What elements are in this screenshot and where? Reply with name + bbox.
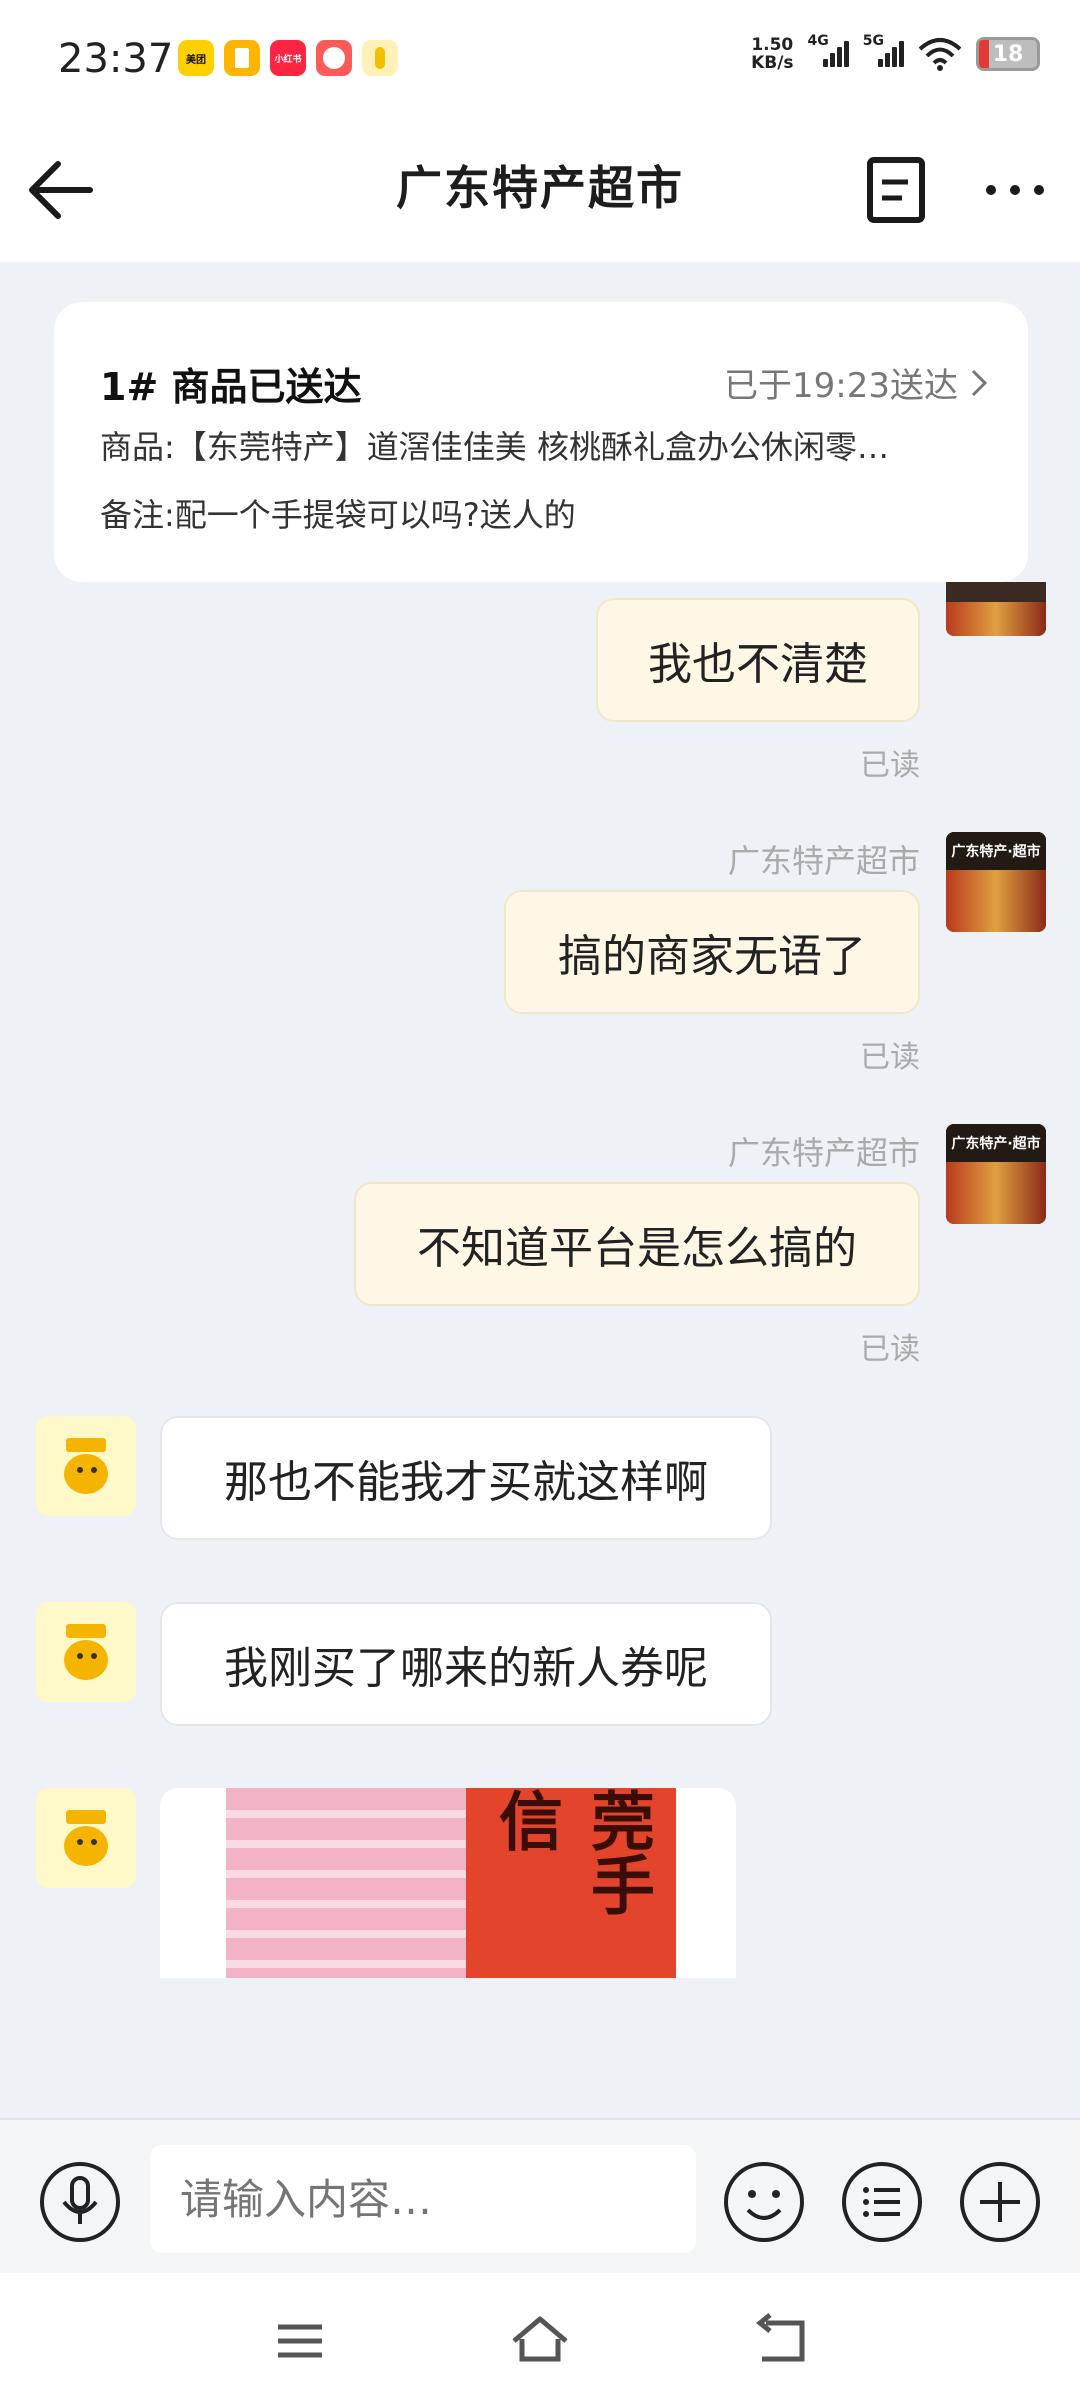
more-options-icon[interactable] [975,150,1055,230]
order-note: 备注:配一个手提袋可以吗?送人的 [100,496,576,534]
user-avatar[interactable] [36,1416,136,1516]
page-title: 广东特产超市 [396,161,684,215]
read-status: 已读 [860,748,920,783]
user-avatar-icon [64,1810,108,1866]
user-avatar-icon [64,1624,108,1680]
read-status: 已读 [860,1040,920,1075]
quick-reply-list-icon[interactable] [840,2160,924,2244]
shop-avatar[interactable] [946,582,1046,636]
read-status: 已读 [860,1332,920,1367]
message-bubble-incoming[interactable]: 我刚买了哪来的新人券呢 [160,1602,772,1726]
sender-name: 广东特产超市 [727,842,920,880]
menu-icon[interactable] [268,2309,332,2373]
home-icon[interactable] [508,2309,572,2373]
chevron-right-icon [971,369,988,396]
message-bubble-incoming[interactable]: 那也不能我才买就这样啊 [160,1416,772,1540]
product-photo-pastries [226,1788,466,1978]
order-status[interactable]: 已于19:23送达 [724,358,988,407]
status-time: 23:37 [58,36,174,82]
order-title: 1# 商品已送达 [100,365,362,409]
input-bar [0,2118,1080,2273]
order-card[interactable]: 1# 商品已送达 已于19:23送达 商品:【东莞特产】道滘佳佳美 核桃酥礼盒办… [54,302,1028,582]
shop-avatar[interactable]: 广东特产·超市 [946,832,1046,932]
notification-icons: 美团 小红书 [178,40,398,76]
status-indicators: 1.50 KB/s 4G 5G 18 [751,33,1040,73]
image-message[interactable]: 莞手信 [160,1788,736,1978]
sender-name: 广东特产超市 [727,1134,920,1172]
wifi-icon [918,38,962,71]
user-avatar[interactable] [36,1602,136,1702]
user-avatar-icon [64,1438,108,1494]
system-nav-bar [0,2273,1080,2400]
plus-icon[interactable] [958,2160,1042,2244]
message-bubble-outgoing[interactable]: 不知道平台是怎么搞的 [354,1182,920,1306]
game-app-icon [316,40,352,76]
xiaohongshu-app-icon: 小红书 [270,40,306,76]
battery-icon: 18 [976,37,1040,71]
network-speed: 1.50 KB/s [751,35,794,73]
message-input[interactable] [150,2145,696,2253]
voice-input-icon[interactable] [38,2160,122,2244]
signal-5g-icon: 5G [863,33,904,67]
status-bar: 23:37 美团 小红书 1.50 KB/s 4G 5G 18 [0,0,1080,120]
shop-avatar[interactable]: 广东特产·超市 [946,1124,1046,1224]
message-bubble-outgoing[interactable]: 搞的商家无语了 [504,890,920,1014]
product-photo-label: 莞手信 [466,1788,676,1978]
back-nav-icon[interactable] [750,2309,814,2373]
meituan-app-icon: 美团 [178,40,214,76]
notes-app-icon [224,40,260,76]
order-product: 商品:【东莞特产】道滘佳佳美 核桃酥礼盒办公休闲零… [100,428,889,466]
rabbit-app-icon [362,40,398,76]
order-detail-icon[interactable] [856,150,936,230]
chat-header: 广东特产超市 [0,120,1080,262]
emoji-icon[interactable] [722,2160,806,2244]
message-bubble-outgoing[interactable]: 我也不清楚 [596,598,920,722]
signal-4g-icon: 4G [808,33,849,67]
user-avatar[interactable] [36,1788,136,1888]
